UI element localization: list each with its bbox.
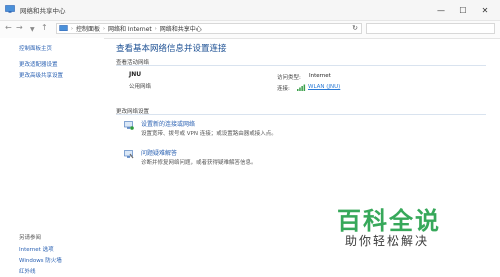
access-type-value: Internet (309, 73, 331, 79)
connections-label: 连接: (277, 86, 290, 92)
setup-new-connection-link[interactable]: 设置新的连接或网络 (141, 119, 195, 128)
refresh-icon[interactable]: ↻ (352, 24, 358, 32)
minimize-button[interactable]: — (430, 3, 452, 17)
watermark-subtitle: 助你轻松解决 (345, 234, 430, 248)
breadcrumb-network-sharing-center[interactable]: 网络和共享中心 (160, 24, 202, 33)
wlan-connection-link[interactable]: WLAN (JNU) (308, 84, 340, 90)
maximize-button[interactable]: ☐ (452, 3, 474, 17)
network-center-icon (59, 25, 68, 31)
main-content: 查看基本网络信息并设置连接 查看活动网络 JNU 公用网络 访问类型: Inte… (104, 38, 500, 277)
sidebar-link-change-advanced-sharing[interactable]: 更改高级共享设置 (19, 71, 63, 79)
troubleshoot-problems-description: 诊断并修复网络问题，或者获得疑难解答信息。 (141, 160, 257, 166)
breadcrumb-network-internet[interactable]: 网络和 Internet (108, 24, 152, 33)
forward-arrow-icon[interactable]: → (16, 23, 23, 32)
sidebar-link-control-panel-home[interactable]: 控制面板主页 (19, 44, 52, 52)
back-arrow-icon[interactable]: ← (5, 23, 12, 32)
address-bar[interactable]: › 控制面板 › 网络和 Internet › 网络和共享中心 ↻ (56, 23, 362, 34)
sidebar: 控制面板主页 更改适配器设置 更改高级共享设置 另请参阅 Internet 选项… (0, 38, 104, 277)
watermark-title: 百科全说 (337, 207, 441, 235)
sidebar-link-internet-options[interactable]: Internet 选项 (19, 245, 54, 253)
breadcrumb-separator-icon: › (71, 25, 73, 32)
breadcrumb-separator-icon: › (103, 25, 106, 32)
network-center-icon (5, 5, 15, 13)
troubleshoot-problems-link[interactable]: 问题疑难解答 (141, 148, 177, 157)
see-also-heading: 另请参阅 (19, 235, 42, 241)
window-controls: — ☐ ✕ (430, 3, 496, 17)
new-connection-icon (124, 121, 134, 130)
troubleshoot-icon (124, 150, 134, 159)
breadcrumb-control-panel[interactable]: 控制面板 (76, 24, 100, 33)
network-name: JNU (129, 71, 142, 78)
search-input[interactable] (366, 23, 495, 34)
page-title: 查看基本网络信息并设置连接 (116, 44, 227, 54)
title-bar: 网络和共享中心 — ☐ ✕ (0, 0, 500, 21)
section-divider (116, 114, 486, 115)
breadcrumb-separator-icon: › (154, 25, 157, 32)
access-type-label: 访问类型: (277, 75, 301, 81)
close-button[interactable]: ✕ (474, 3, 496, 17)
window-title: 网络和共享中心 (20, 7, 66, 15)
navigation-bar: ← → ▼ ↑ › 控制面板 › 网络和 Internet › 网络和共享中心 … (0, 21, 500, 39)
sidebar-link-change-adapter-settings[interactable]: 更改适配器设置 (19, 60, 58, 68)
sidebar-link-infrared[interactable]: 红外线 (19, 267, 36, 275)
wifi-signal-icon (297, 84, 306, 91)
setup-new-connection-description: 设置宽带、拨号或 VPN 连接；或设置路由器或接入点。 (141, 131, 277, 137)
history-chevron-down-icon[interactable]: ▼ (30, 26, 35, 33)
network-type-link[interactable]: 公用网络 (129, 82, 151, 90)
sidebar-link-windows-firewall[interactable]: Windows 防火墙 (19, 256, 62, 264)
section-divider (116, 65, 486, 66)
up-arrow-icon[interactable]: ↑ (41, 23, 48, 32)
